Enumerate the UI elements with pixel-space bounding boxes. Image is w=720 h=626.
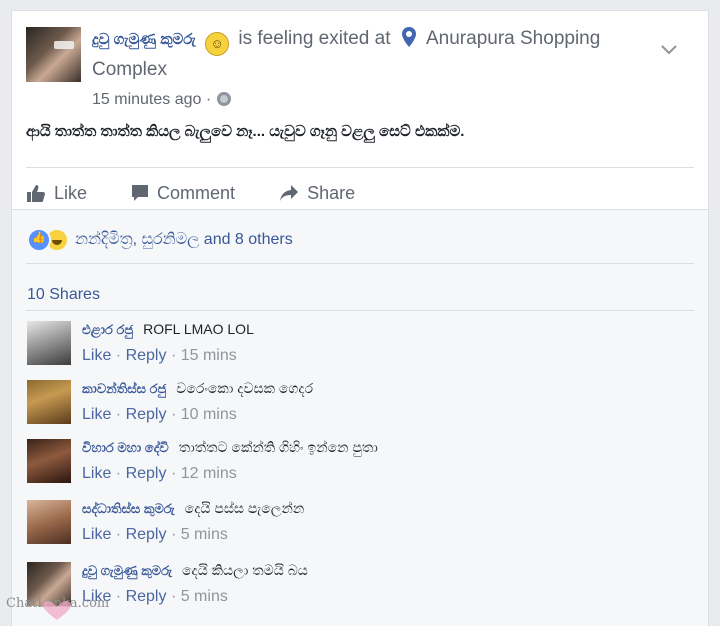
commenter-name[interactable]: එළාර රජු: [82, 322, 133, 337]
divider: [26, 167, 694, 168]
comment-actions: Like · Reply · 10 mins: [82, 406, 237, 423]
commenter-avatar[interactable]: [27, 439, 71, 483]
comment-button[interactable]: Comment: [131, 183, 235, 204]
comment-like-link[interactable]: Like: [82, 526, 111, 543]
comment-reply-link[interactable]: Reply: [126, 347, 167, 364]
comment-reply-link[interactable]: Reply: [126, 465, 167, 482]
post-card: දුවු ගැමුණු කුමරු ☺ is feeling exited at…: [11, 10, 709, 626]
commenter-name[interactable]: දුවු ගැමුණු කුමරු: [82, 563, 172, 578]
comment-line: එළාර රජු ROFL LMAO LOL: [82, 321, 254, 339]
comment-text: ROFL LMAO LOL: [143, 321, 254, 337]
comment-item: දුවු ගැමුණු කුමරු දෙයි කියලා තමයි බය Like…: [27, 562, 697, 618]
divider: [26, 263, 694, 264]
comment-line: සද්ධාතිස්ස කුමරු දෙයි පස්ස පැලෙන්න: [82, 500, 304, 518]
comment-time[interactable]: · 12 mins: [171, 465, 237, 482]
comment-reply-link[interactable]: Reply: [126, 588, 167, 605]
globe-icon: [217, 92, 232, 106]
like-label: Like: [54, 182, 88, 203]
comment-line: කාවන්තිස්ස රජු වරෙංකො දවසක ගෙදර: [82, 380, 313, 398]
comment-item: සද්ධාතිස්ස කුමරු දෙයි පස්ස පැලෙන්න Like ·…: [27, 500, 697, 556]
share-arrow-icon: [280, 185, 299, 201]
comment-item: විහාර මහා දේවි තාත්තට කේන්ති ගිහිං ඉන්නෙ …: [27, 439, 697, 495]
comment-text: වරෙංකො දවසක ගෙදර: [176, 380, 314, 396]
location-pin-icon: [401, 27, 416, 47]
comment-icon: [132, 185, 149, 201]
comment-line: විහාර මහා දේවි තාත්තට කේන්ති ගිහිං ඉන්නෙ …: [82, 439, 378, 457]
commenter-name[interactable]: විහාර මහා දේවි: [82, 440, 169, 455]
comment-text: තාත්තට කේන්ති ගිහිං ඉන්නෙ පුතා: [178, 439, 378, 455]
comment-reply-link[interactable]: Reply: [126, 526, 167, 543]
reactions-summary[interactable]: නන්දිමිත්‍ර, සුරනිමල and 8 others: [27, 228, 293, 252]
post-header-text: දුවු ගැමුණු කුමරු ☺ is feeling exited at…: [92, 25, 660, 84]
like-reaction-icon: [27, 228, 51, 252]
commenter-name[interactable]: කාවන්තිස්ස රජු: [82, 381, 166, 396]
comment-reply-link[interactable]: Reply: [126, 406, 167, 423]
comment-actions: Like · Reply · 15 mins: [82, 347, 237, 364]
post-timestamp[interactable]: 15 minutes ago ·: [92, 91, 211, 108]
author-name[interactable]: දුවු ගැමුණු කුමරු: [92, 31, 196, 48]
commenter-avatar[interactable]: [27, 500, 71, 544]
comment-text: දෙයි පස්ස පැලෙන්න: [184, 500, 305, 516]
comment-like-link[interactable]: Like: [82, 465, 111, 482]
reactions-text[interactable]: නන්දිමිත්‍ර, සුරනිමල and 8 others: [75, 231, 293, 249]
comment-time[interactable]: · 5 mins: [171, 526, 228, 543]
comment-like-link[interactable]: Like: [82, 406, 111, 423]
post-footer: නන්දිමිත්‍ර, සුරනිමල and 8 others 10 Sha…: [12, 209, 708, 626]
feeling-text: is feeling exited at: [238, 28, 391, 49]
like-button[interactable]: Like: [26, 183, 87, 204]
comment-item: එළාර රජු ROFL LMAO LOL Like · Reply · 15 …: [27, 321, 697, 377]
watermark-heart-icon: [43, 601, 71, 620]
comment-item: කාවන්තිස්ස රජු වරෙංකො දවසක ගෙදර Like · Re…: [27, 380, 697, 436]
comment-text: දෙයි කියලා තමයි බය: [181, 562, 308, 578]
post-meta: 15 minutes ago ·: [92, 91, 232, 109]
author-avatar[interactable]: [26, 27, 81, 82]
thumbs-up-icon: [27, 185, 45, 202]
comment-actions: Like · Reply · 12 mins: [82, 465, 237, 482]
commenter-name[interactable]: සද්ධාතිස්ස කුමරු: [82, 501, 175, 516]
feeling-emoji-icon: ☺: [205, 32, 230, 56]
commenter-avatar[interactable]: [27, 380, 71, 424]
comment-time[interactable]: · 5 mins: [171, 588, 228, 605]
chevron-down-icon[interactable]: [660, 43, 678, 57]
divider: [26, 310, 694, 311]
comment-like-link[interactable]: Like: [82, 347, 111, 364]
post-body: ආයි තාත්ත තාත්ත කියල බැලුවෙ නෑ... යැවුව …: [26, 123, 465, 140]
commenter-avatar[interactable]: [27, 321, 71, 365]
comment-line: දුවු ගැමුණු කුමරු දෙයි කියලා තමයි බය: [82, 562, 308, 580]
post-actions: Like Comment Share: [26, 177, 399, 209]
post-header: දුවු ගැමුණු කුමරු ☺ is feeling exited at…: [26, 25, 694, 109]
comment-time[interactable]: · 10 mins: [171, 406, 237, 423]
share-button[interactable]: Share: [279, 183, 355, 204]
comment-label: Comment: [157, 182, 236, 203]
shares-count[interactable]: 10 Shares: [27, 286, 100, 304]
comment-time[interactable]: · 15 mins: [171, 347, 237, 364]
comment-actions: Like · Reply · 5 mins: [82, 526, 228, 543]
share-label: Share: [307, 182, 356, 203]
